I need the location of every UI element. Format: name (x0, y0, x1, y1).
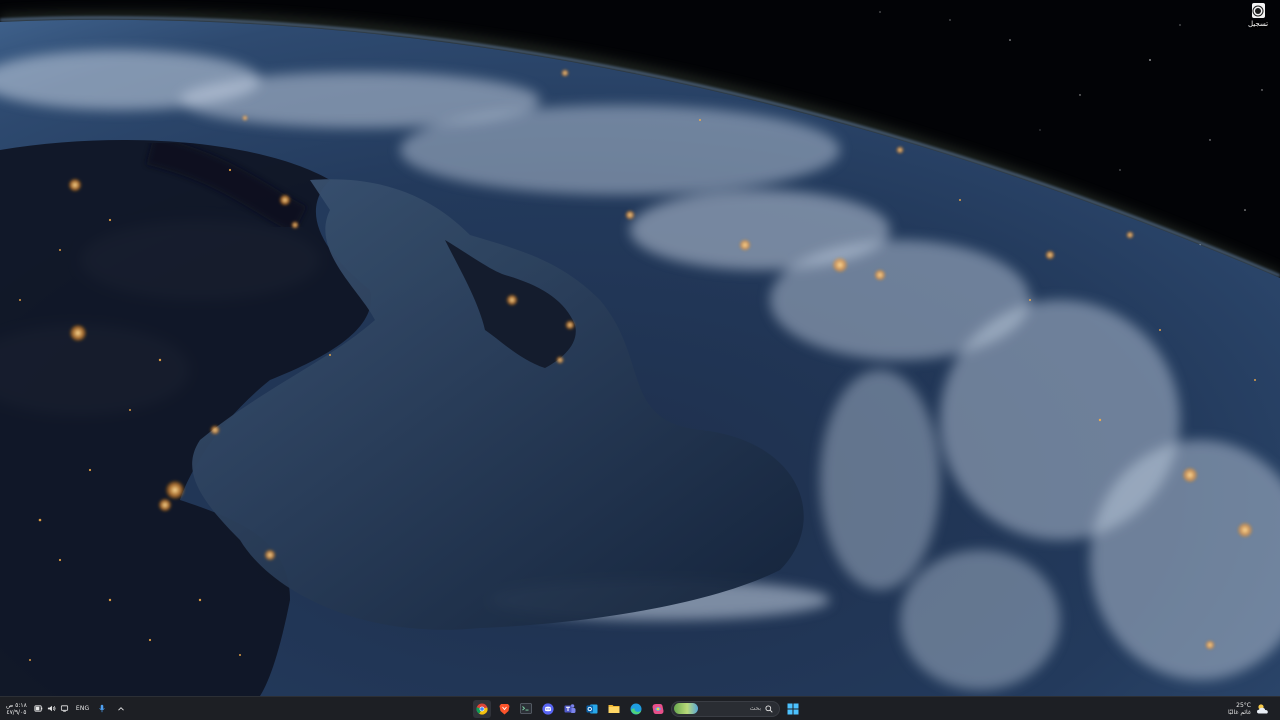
system-tray: ٥:١٨ ص ٤٧/٩/٠٥ ENG (6, 697, 127, 720)
start-button[interactable] (784, 700, 802, 718)
teams-icon (564, 703, 576, 713)
edge-app[interactable] (627, 700, 645, 718)
wallpaper-earth-at-night (0, 0, 1280, 696)
terminal-app[interactable] (517, 700, 535, 718)
record-app-icon (1251, 3, 1265, 18)
windows-start-icon (787, 703, 799, 714)
edge-icon (630, 703, 642, 714)
language-button[interactable]: ENG (76, 701, 90, 717)
language-indicator: ENG (75, 705, 90, 712)
weather-temperature: 25°C (1236, 701, 1251, 709)
desktop-shortcut-label: تسجيل (1247, 20, 1269, 28)
copilot-app[interactable] (649, 700, 667, 718)
taskbar: ٥:١٨ ص ٤٧/٩/٠٥ ENG بحث 25°C غائم غالبًا (0, 696, 1280, 720)
chevron-up-icon (118, 706, 125, 711)
file-explorer-icon (608, 705, 620, 713)
clock-date: ٤٧/٩/٠٥ (6, 708, 27, 716)
clock-time: ٥:١٨ ص (6, 701, 27, 709)
weather-text: 25°C غائم غالبًا (1228, 702, 1251, 716)
brave-app[interactable] (495, 700, 513, 718)
weather-condition: غائم غالبًا (1228, 708, 1251, 716)
brave-icon (499, 703, 509, 714)
chrome-icon (476, 703, 488, 715)
desktop[interactable]: تسجيل (0, 0, 1280, 696)
terminal-icon (520, 703, 532, 714)
battery-icon (34, 705, 43, 712)
search-icon (765, 704, 773, 713)
pinned-apps: بحث (473, 697, 802, 720)
weather-widget[interactable]: 25°C غائم غالبًا (1228, 697, 1270, 720)
microphone-icon (99, 704, 106, 713)
battery-button[interactable] (34, 701, 69, 717)
volume-icon (47, 705, 56, 712)
outlook-icon (586, 704, 598, 713)
clock[interactable]: ٥:١٨ ص ٤٧/٩/٠٥ (6, 701, 27, 717)
teams-app[interactable] (561, 700, 579, 718)
chrome-app[interactable] (473, 699, 491, 718)
copilot-icon (652, 703, 664, 714)
search-placeholder: بحث (749, 705, 761, 712)
discord-app[interactable] (539, 700, 557, 718)
file-explorer-app[interactable] (605, 700, 623, 718)
partly-cloudy-icon (1257, 703, 1268, 713)
outlook-app[interactable] (583, 700, 601, 718)
microphone-button[interactable] (96, 701, 108, 717)
show-hidden-icons-button[interactable] (115, 701, 127, 717)
search-highlight-thumbnail (674, 703, 698, 714)
network-icon (60, 705, 68, 712)
taskbar-search[interactable]: بحث (671, 700, 780, 717)
discord-icon (542, 702, 554, 715)
desktop-shortcut-record[interactable]: تسجيل (1242, 3, 1274, 28)
